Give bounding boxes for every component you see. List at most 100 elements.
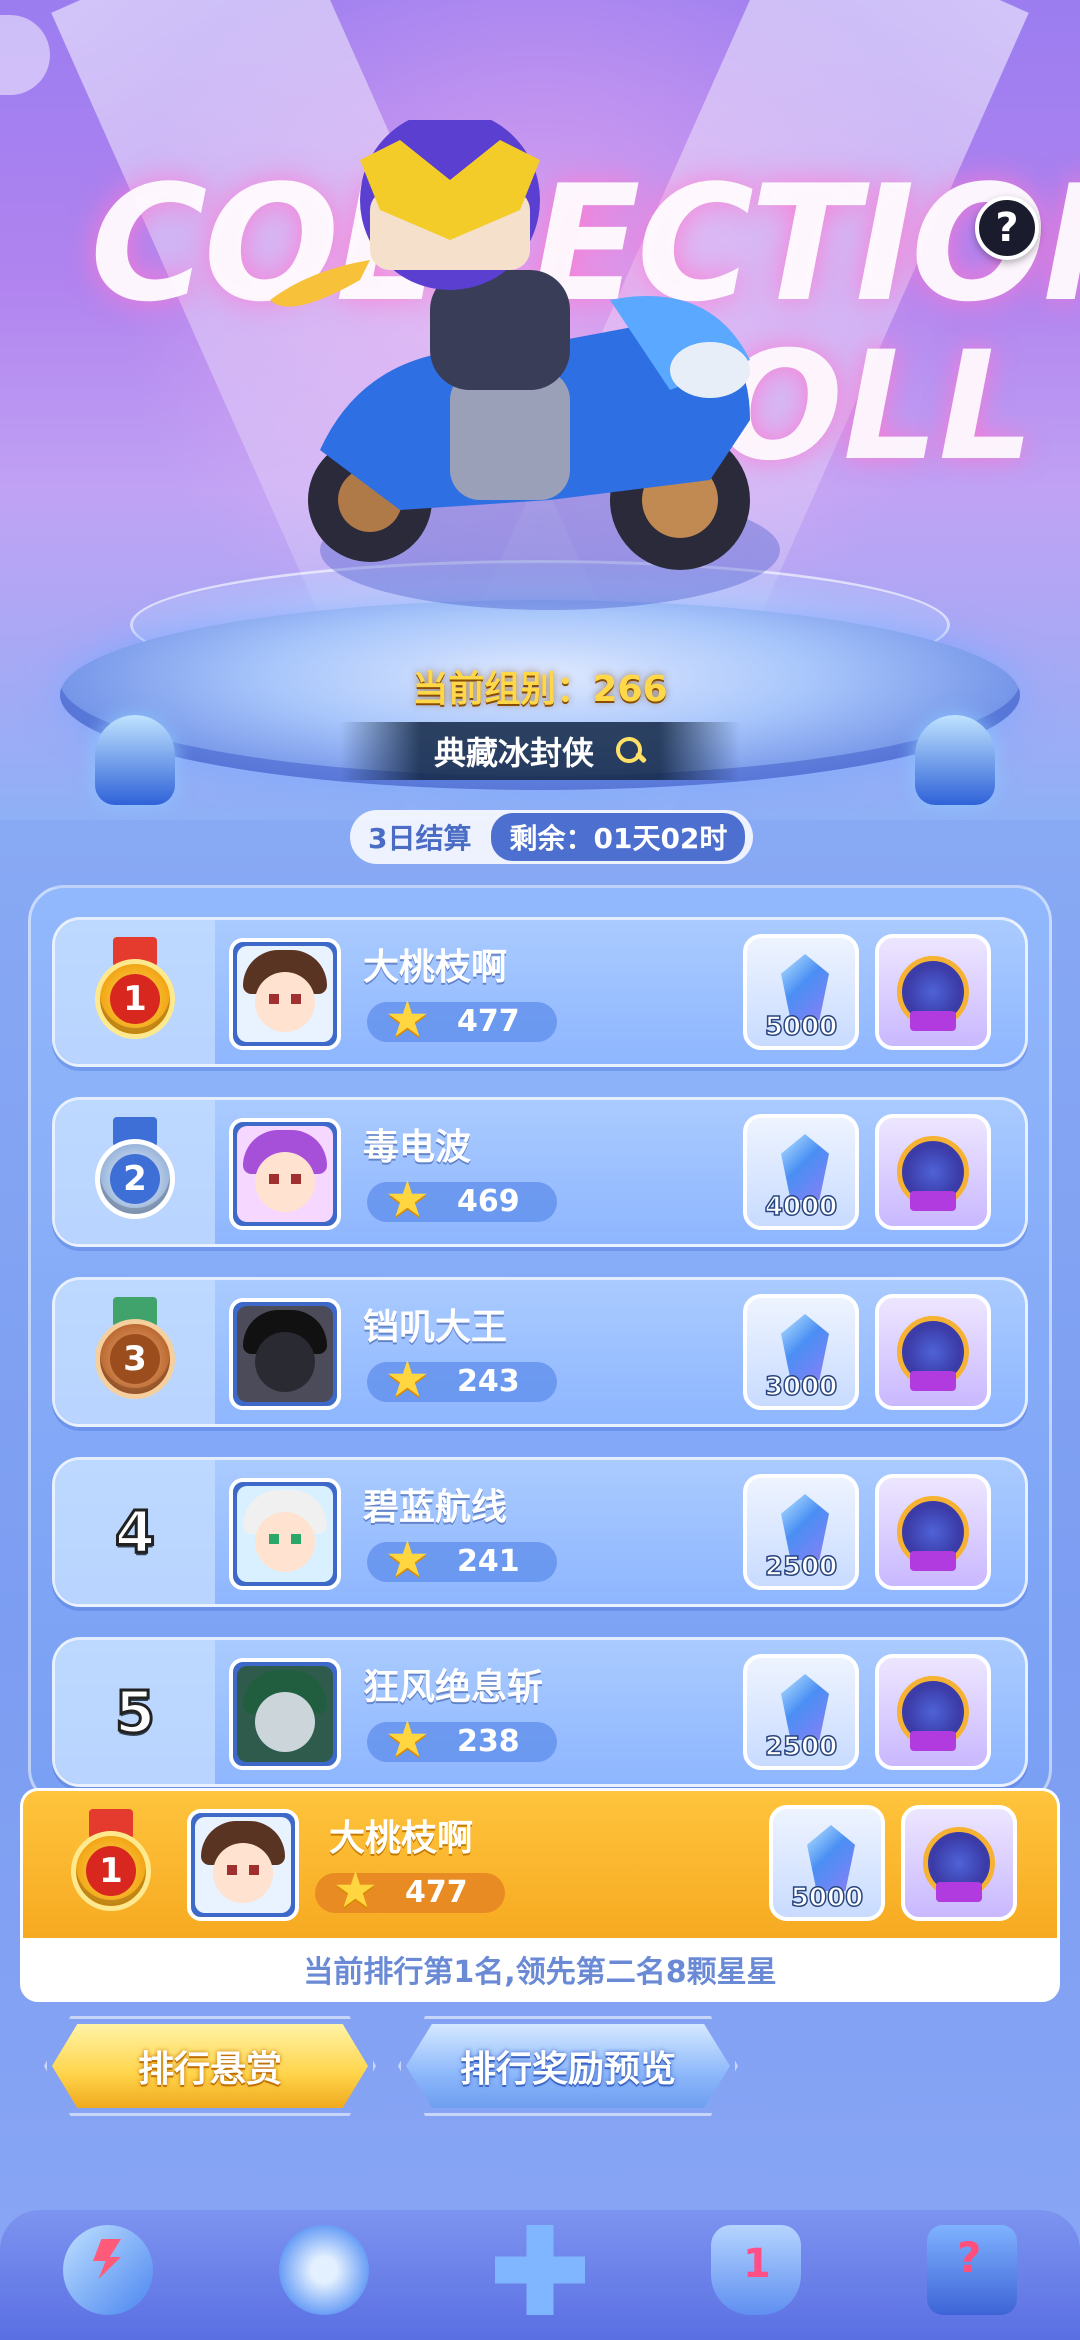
rider-badge-icon xyxy=(897,956,969,1031)
star-icon: ★ xyxy=(385,1350,430,1408)
rank-preview-button[interactable]: 排行奖励预览 xyxy=(406,2024,730,2108)
my-player-name: 大桃枝啊 xyxy=(329,1818,474,1859)
gold-medal-icon: 1 xyxy=(87,937,183,1047)
score-pill: ★ 238 xyxy=(367,1714,557,1764)
nav-item-trophy[interactable] xyxy=(696,2220,816,2330)
bottom-nav xyxy=(0,2210,1080,2340)
gem-count: 5000 xyxy=(764,1011,838,1043)
bronze-medal-icon: 3 xyxy=(87,1297,183,1407)
hero-banner: COLLECTION ROLL ? 当前组别：266 典藏冰封侠 xyxy=(0,0,1080,820)
score-value: 469 xyxy=(457,1184,520,1219)
trophy-icon xyxy=(711,2225,801,2315)
score-value: 243 xyxy=(457,1364,520,1399)
star-icon: ★ xyxy=(385,1170,430,1228)
podium-lamp-left xyxy=(95,715,175,805)
ranking-row[interactable]: 4 碧蓝航线 ★ 241 2500 xyxy=(52,1457,1028,1607)
player-name: 狂风绝息斩 xyxy=(363,1667,544,1708)
rank-number: 4 xyxy=(113,1497,156,1568)
gem-count: 2500 xyxy=(764,1551,838,1583)
gamepad-icon xyxy=(495,2225,585,2315)
nav-item-speed[interactable] xyxy=(48,2220,168,2330)
gem-icon xyxy=(781,1314,829,1380)
ranking-row[interactable]: 1 大桃枝啊 ★ 477 5000 xyxy=(52,917,1028,1067)
gem-reward[interactable]: 5000 xyxy=(743,934,859,1050)
rank-zone: 1 xyxy=(55,920,215,1064)
my-rank-row[interactable]: 1 大桃枝啊 ★ 477 5000 xyxy=(20,1788,1060,1938)
collection-name-plate[interactable]: 典藏冰封侠 xyxy=(340,722,740,780)
star-icon: ★ xyxy=(385,1530,430,1588)
search-icon[interactable] xyxy=(614,735,646,767)
rank-zone: 5 xyxy=(55,1640,215,1784)
settlement-remaining: 剩余：01天02时 xyxy=(491,813,746,861)
ranking-row[interactable]: 3 铛叽大王 ★ 243 3000 xyxy=(52,1277,1028,1427)
rider-badge-icon xyxy=(897,1136,969,1211)
rank-zone: 2 xyxy=(55,1100,215,1244)
score-pill: ★ 477 xyxy=(367,994,557,1044)
badge-reward[interactable] xyxy=(875,1474,991,1590)
gem-icon xyxy=(781,954,829,1020)
badge-reward[interactable] xyxy=(875,1654,991,1770)
badge-reward[interactable] xyxy=(875,1114,991,1230)
gem-count: 5000 xyxy=(790,1882,864,1914)
player-name: 大桃枝啊 xyxy=(363,947,508,988)
rider-badge-icon xyxy=(897,1676,969,1751)
badge-reward[interactable] xyxy=(875,934,991,1050)
rank-number: 5 xyxy=(113,1677,156,1748)
rank-reward-button[interactable]: 排行悬赏 xyxy=(52,2024,368,2108)
nav-item-whistle[interactable] xyxy=(264,2220,384,2330)
my-gem-reward[interactable]: 5000 xyxy=(769,1805,885,1921)
ranking-row[interactable]: 2 毒电波 ★ 469 4000 xyxy=(52,1097,1028,1247)
rank-zone: 4 xyxy=(55,1460,215,1604)
score-pill: ★ 469 xyxy=(367,1174,557,1224)
settlement-pill: 3日结算 剩余：01天02时 xyxy=(350,810,754,864)
lead-status-text: 当前排行第1名,领先第二名8颗星星 xyxy=(20,1938,1060,2002)
my-avatar[interactable] xyxy=(187,1809,299,1921)
score-pill: ★ 241 xyxy=(367,1534,557,1584)
gem-count: 2500 xyxy=(764,1731,838,1763)
avatar[interactable] xyxy=(229,1478,341,1590)
star-icon: ★ xyxy=(385,1710,430,1768)
help-machine-icon xyxy=(927,2225,1017,2315)
gem-reward[interactable]: 2500 xyxy=(743,1474,859,1590)
whistle-icon xyxy=(279,2225,369,2315)
star-icon: ★ xyxy=(333,1861,378,1919)
star-icon: ★ xyxy=(385,990,430,1048)
help-button[interactable]: ? xyxy=(975,196,1039,260)
rider-badge-icon xyxy=(897,1316,969,1391)
ranking-row[interactable]: 5 狂风绝息斩 ★ 238 2500 xyxy=(52,1637,1028,1787)
gem-reward[interactable]: 2500 xyxy=(743,1654,859,1770)
score-value: 477 xyxy=(457,1004,520,1039)
speed-arrow-icon xyxy=(63,2225,153,2315)
gold-medal-icon: 1 xyxy=(63,1809,159,1919)
my-badge-reward[interactable] xyxy=(901,1805,1017,1921)
gem-icon xyxy=(807,1825,855,1891)
avatar[interactable] xyxy=(229,1118,341,1230)
player-name: 铛叽大王 xyxy=(363,1307,508,1348)
settlement-cycle: 3日结算 xyxy=(368,822,472,855)
gem-icon xyxy=(781,1674,829,1740)
avatar[interactable] xyxy=(229,1298,341,1410)
badge-reward[interactable] xyxy=(875,1294,991,1410)
nav-item-gamepad[interactable] xyxy=(480,2220,600,2330)
my-score-value: 477 xyxy=(405,1875,468,1910)
score-pill: ★ 243 xyxy=(367,1354,557,1404)
score-value: 238 xyxy=(457,1724,520,1759)
group-label: 当前组别：266 xyxy=(412,669,668,710)
gem-icon xyxy=(781,1134,829,1200)
rider-badge-icon xyxy=(923,1827,995,1902)
nav-item-help-machine[interactable] xyxy=(912,2220,1032,2330)
gem-reward[interactable]: 3000 xyxy=(743,1294,859,1410)
gem-reward[interactable]: 4000 xyxy=(743,1114,859,1230)
player-name: 毒电波 xyxy=(363,1127,472,1168)
collection-name: 典藏冰封侠 xyxy=(433,734,594,772)
podium-lamp-right xyxy=(915,715,995,805)
back-button[interactable] xyxy=(0,15,50,95)
rank-zone: 3 xyxy=(55,1280,215,1424)
player-name: 碧蓝航线 xyxy=(363,1487,508,1528)
my-score-pill: ★ 477 xyxy=(315,1865,505,1915)
score-value: 241 xyxy=(457,1544,520,1579)
gem-icon xyxy=(781,1494,829,1560)
avatar[interactable] xyxy=(229,938,341,1050)
avatar[interactable] xyxy=(229,1658,341,1770)
rider-character-image xyxy=(270,120,780,610)
